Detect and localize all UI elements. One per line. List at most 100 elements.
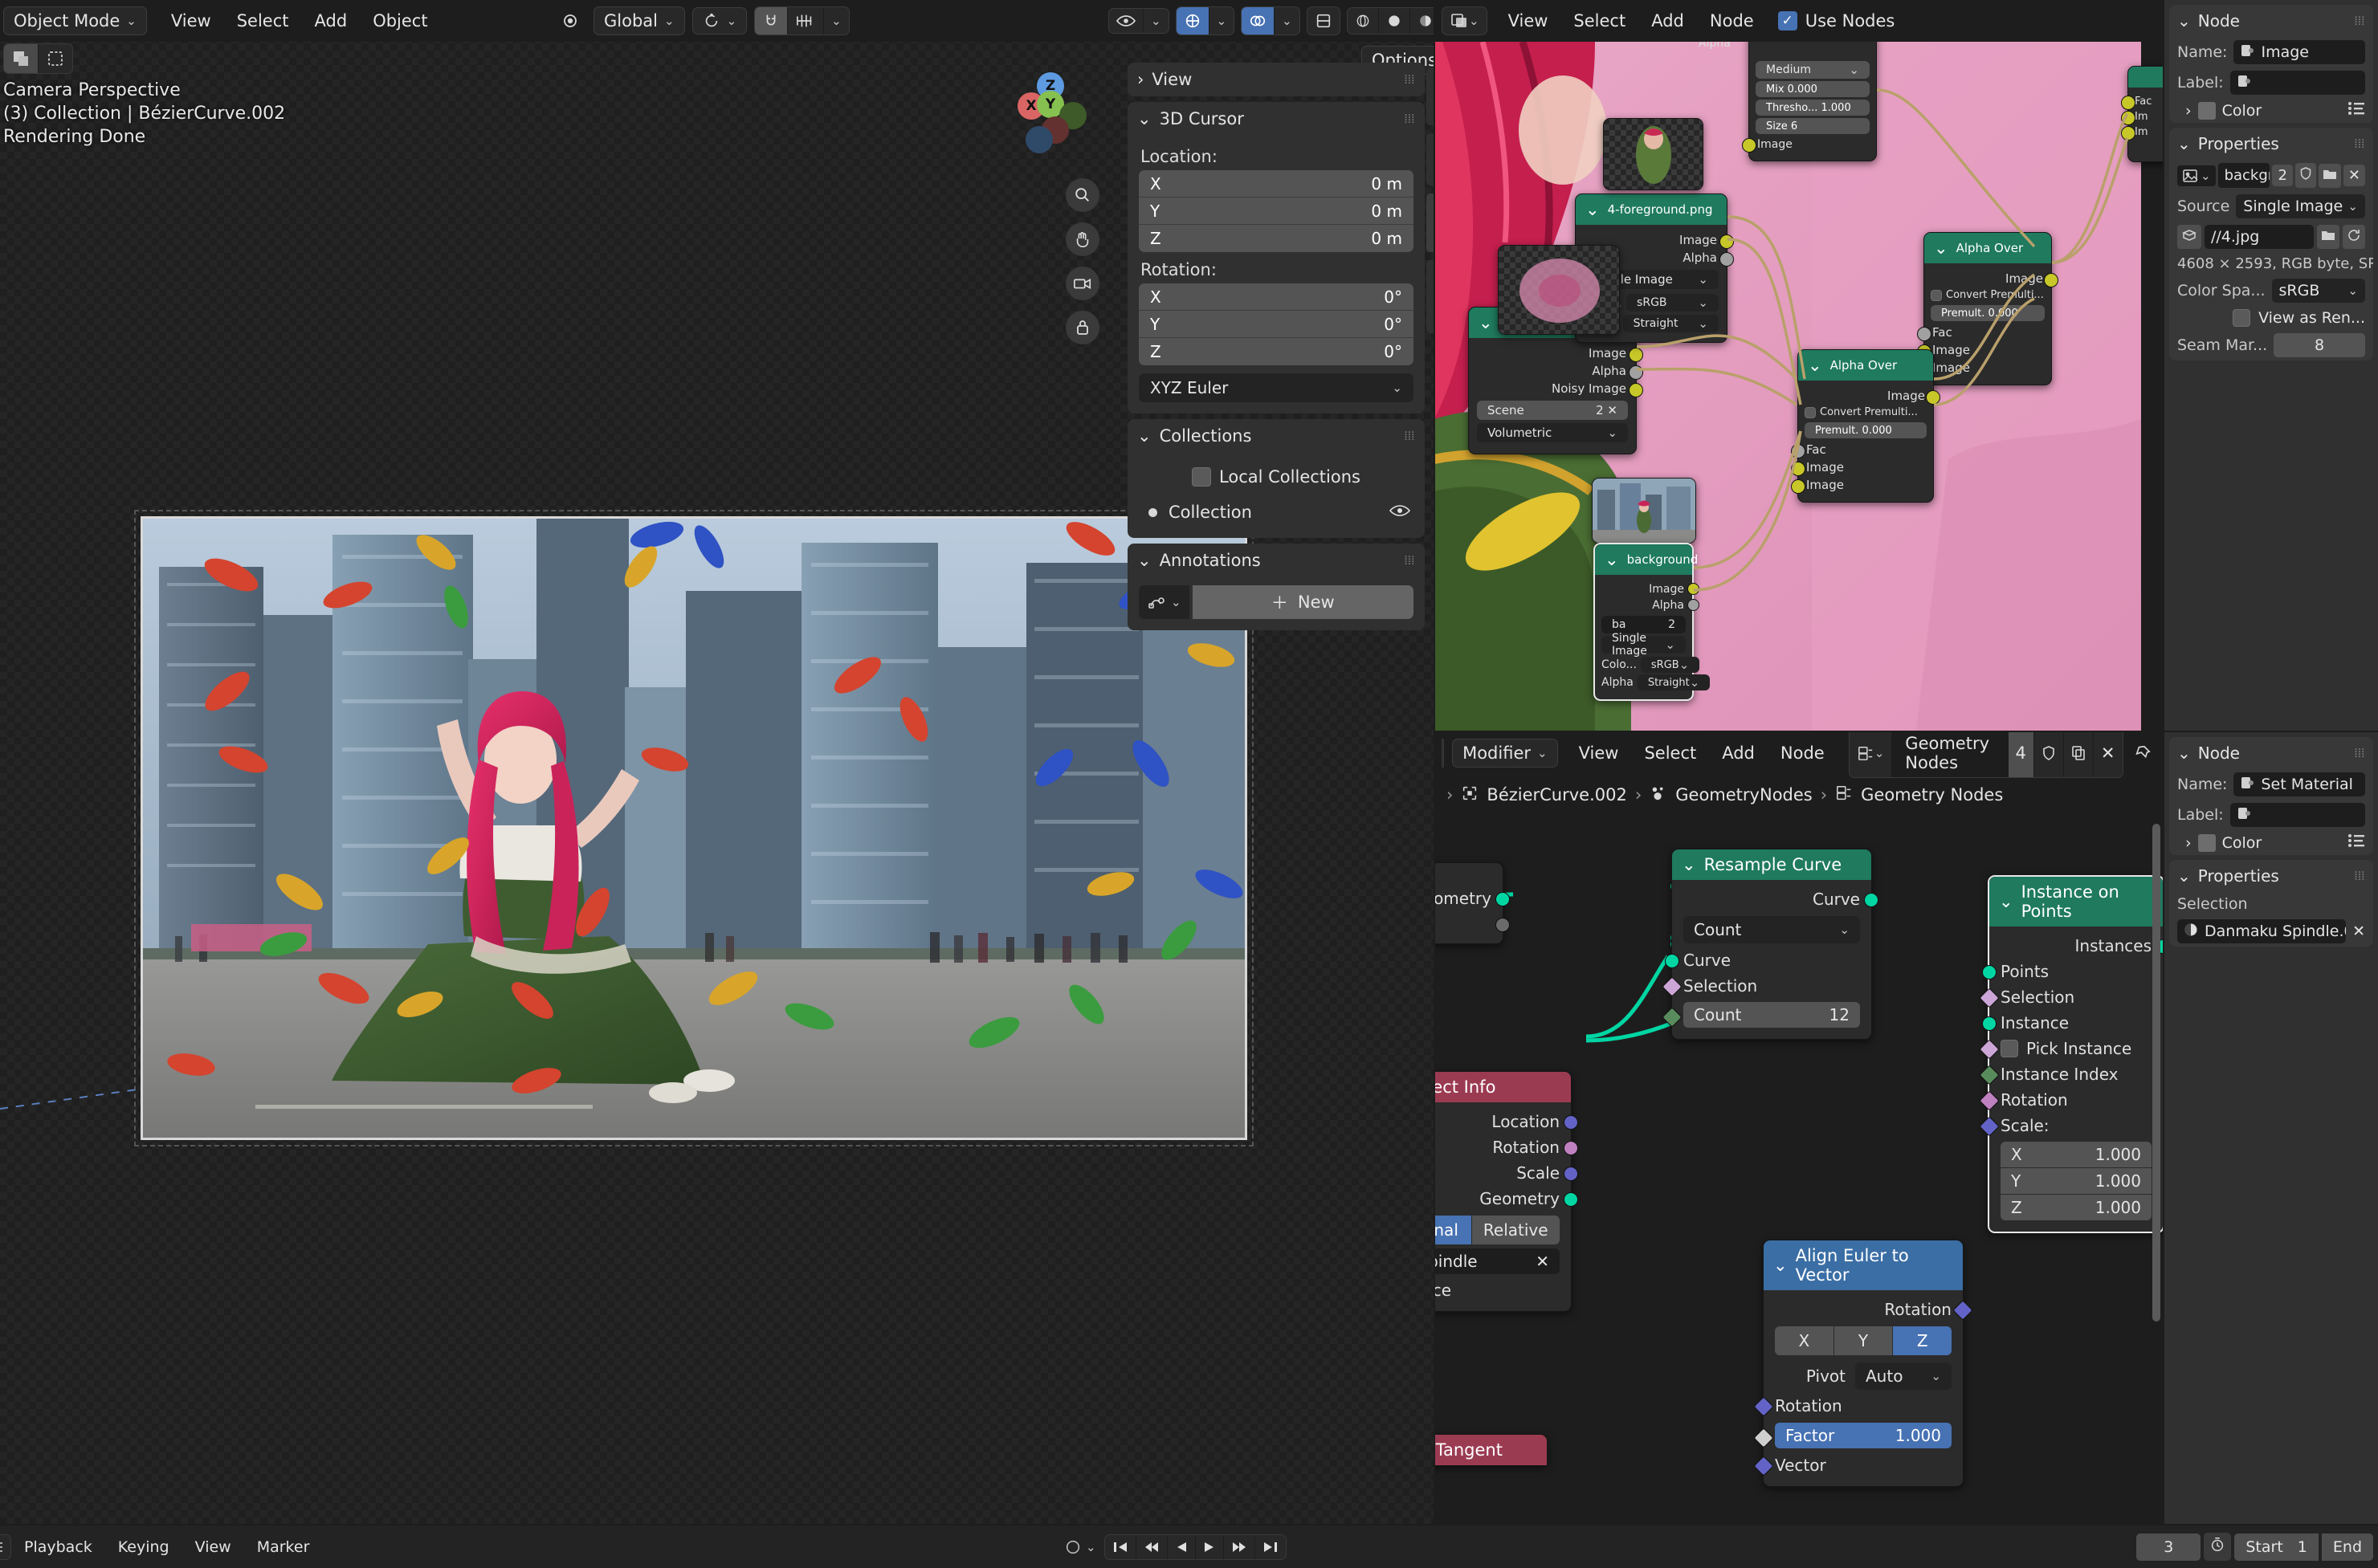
npanel-tab-item[interactable]: Item <box>1426 68 1434 126</box>
cursor-location-z[interactable]: Z 0 m <box>1139 225 1413 252</box>
wireframe-shading-icon[interactable] <box>1348 8 1379 34</box>
gn-menu-view[interactable]: View <box>1566 740 1632 766</box>
node-header[interactable]: ⌄ Resample Curve <box>1672 849 1871 880</box>
menu-object[interactable]: Object <box>360 8 440 34</box>
close-icon[interactable]: ✕ <box>2352 922 2365 940</box>
socket-row-alpha[interactable]: Alpha <box>1469 362 1643 380</box>
align-pivot-row[interactable]: Pivot Auto ⌄ <box>1764 1359 1963 1393</box>
background-datablock-field[interactable]: ba 2 <box>1601 616 1686 633</box>
seam-margin-value[interactable]: 8 <box>2274 333 2365 357</box>
node-panel-header[interactable]: ⌄ Node ⦙⦙⦙ <box>2169 737 2373 769</box>
pivot-select[interactable]: Auto ⌄ <box>1855 1362 1952 1390</box>
cursor-panel-header[interactable]: ⌄ 3D Cursor ⦙⦙⦙ <box>1128 102 1425 136</box>
node-header[interactable]: ⌄ 4-foreground.png <box>1576 194 1727 225</box>
geometry-nodes-editor[interactable]: ⌄ Modifier ⌄ View Select Add Node ⌄ Geom… <box>1435 732 2163 1524</box>
gn-menu-node[interactable]: Node <box>1768 740 1838 766</box>
node-header[interactable]: ⌄ Alpha Over <box>1924 233 2051 263</box>
checkbox-checked-icon[interactable]: ✓ <box>1777 11 1797 31</box>
socket-row-image-1[interactable]: Image <box>1917 341 2051 359</box>
node-name-input[interactable]: Set Material <box>2233 772 2365 796</box>
open-file-icon[interactable] <box>2317 225 2339 249</box>
socket-row-curve-out[interactable]: Curve <box>1672 886 1878 912</box>
instance-index-input-socket[interactable] <box>1979 1065 2000 1085</box>
npanel-tab-strip[interactable]: Item Tool View Create <box>1426 68 1434 334</box>
node-denoise[interactable]: Medium ⌄ Mix 0.000 Thresho... 1.000 Size… <box>1742 42 1877 161</box>
zoom-icon[interactable] <box>1066 178 1099 212</box>
image-output-socket[interactable] <box>1629 348 1643 362</box>
pick-instance-input-socket[interactable] <box>1979 1039 2000 1060</box>
render-layers-scene-field[interactable]: Scene 2 ✕ <box>1477 401 1628 420</box>
input-socket[interactable] <box>2121 96 2135 110</box>
node-label-row[interactable]: Label: <box>2169 67 2373 98</box>
node-image-preview-mid[interactable] <box>1498 245 1620 335</box>
input-socket[interactable] <box>2121 126 2135 141</box>
curve-output-socket[interactable] <box>1864 893 1878 907</box>
annotation-new-button[interactable]: ＋ New <box>1192 585 1413 619</box>
chevron-down-icon[interactable]: ⌄ <box>1144 9 1169 33</box>
annotation-datablock-dropdown[interactable]: ⌄ <box>1139 585 1189 619</box>
jump-start-icon[interactable] <box>1105 1534 1136 1559</box>
node-panel[interactable]: ⌄ Node ⦙⦙⦙ Name: Image Label: › Color <box>2169 5 2373 123</box>
socket-row-image[interactable]: Image <box>1924 270 2058 287</box>
checkbox-icon[interactable] <box>2001 1040 2018 1057</box>
node-color-row[interactable]: › Color <box>2169 98 2373 123</box>
checkbox-icon[interactable] <box>2233 309 2251 327</box>
denoise-mix-slider[interactable]: Mix 0.000 <box>1756 81 1870 97</box>
packed-file-icon[interactable] <box>2177 225 2201 249</box>
npanel-tab-create[interactable]: Create <box>1426 260 1434 334</box>
view-panel-header[interactable]: › View ⦙⦙⦙ <box>1128 63 1425 96</box>
node-name-input[interactable]: Image <box>2233 40 2365 64</box>
viewport-toolbar-mini[interactable] <box>3 43 73 74</box>
socket-row-noisy[interactable]: Noisy Image <box>1469 380 1643 397</box>
geonodes-canvas[interactable]: ⌄ Resample Curve Curve Count ⌄ Curve Sel… <box>1435 816 2163 1524</box>
scale-input-socket[interactable] <box>1979 1116 2000 1137</box>
pin-icon[interactable] <box>2130 737 2157 769</box>
scale-output-socket[interactable] <box>1564 1167 1578 1181</box>
open-file-icon[interactable] <box>2318 163 2341 188</box>
checkbox-icon[interactable] <box>1805 406 1816 418</box>
collection-list-item[interactable]: Collection <box>1139 498 1413 527</box>
node-header[interactable]: ⌄ Align Euler to Vector <box>1764 1240 1963 1290</box>
menu-view[interactable]: View <box>158 8 224 34</box>
image-input-socket[interactable] <box>1742 138 1756 153</box>
image-filepath-row[interactable]: //4.jpg <box>2169 222 2373 252</box>
socket-row-geometry[interactable]: Geometry <box>1435 1186 1578 1212</box>
location-output-socket[interactable] <box>1564 1115 1578 1130</box>
local-collections-checkbox[interactable]: Local Collections <box>1139 467 1413 487</box>
rotation-output-socket[interactable] <box>1564 1141 1578 1155</box>
alpha-mode-select[interactable]: Straight ⌄ <box>1637 674 1711 690</box>
lock-camera-icon[interactable] <box>1066 311 1099 344</box>
socket-row-instance-index[interactable]: Instance Index <box>1979 1061 2163 1087</box>
menu-select[interactable]: Select <box>224 8 302 34</box>
cursor-rotation-fields[interactable]: X 0° Y 0° Z 0° <box>1139 283 1413 365</box>
axis-z-button[interactable]: Z <box>1893 1326 1952 1355</box>
node-label-input[interactable] <box>2229 803 2365 827</box>
socket-row-vector[interactable]: Vector <box>1753 1452 1963 1478</box>
chevron-right-icon[interactable]: › <box>2185 834 2192 852</box>
socket-row-instance[interactable]: Instance <box>1982 1010 2163 1036</box>
transform-orientation[interactable]: Global ⌄ <box>593 6 685 35</box>
input-socket[interactable] <box>2121 111 2135 125</box>
socket-row-selection[interactable]: Selection <box>1662 973 1871 999</box>
rotation-input-socket[interactable] <box>1979 1090 2000 1111</box>
fac-input-socket[interactable] <box>1791 444 1805 458</box>
premul-slider[interactable]: Premult. 0.000 <box>1931 305 2045 321</box>
collections-panel-header[interactable]: ⌄ Collections ⦙⦙⦙ <box>1128 419 1425 453</box>
colorspace-select[interactable]: sRGB ⌄ <box>1640 657 1700 673</box>
geometry-output-socket[interactable] <box>1495 892 1510 906</box>
node-name-row[interactable]: Name: Image <box>2169 37 2373 67</box>
compositor-icon[interactable]: ⌄ <box>1442 7 1487 35</box>
geometry-nodes-icon[interactable]: ⌄ <box>1442 739 1443 767</box>
node-label-input[interactable] <box>2229 71 2365 95</box>
node-group-input[interactable]: Geometry <box>1435 862 1510 944</box>
xray-toggle[interactable] <box>1306 6 1340 35</box>
image-name-field[interactable]: backgr... <box>2217 163 2270 188</box>
node-object-info[interactable]: ⌄ Object Info Location Rotation Scale <box>1435 1071 1578 1312</box>
node-panel[interactable]: ⌄ Node ⦙⦙⦙ Name: Set Material Label: › C… <box>2169 737 2373 855</box>
npanel-view[interactable]: › View ⦙⦙⦙ ⌄ 3D Cursor ⦙⦙⦙ Location: X 0… <box>1128 63 1425 636</box>
pan-hand-icon[interactable] <box>1066 222 1099 256</box>
play-reverse-icon[interactable] <box>1168 1534 1196 1559</box>
selection-input-socket[interactable] <box>1979 988 2000 1008</box>
node-header[interactable] <box>2128 67 2163 88</box>
socket-row-points[interactable]: Points <box>1982 959 2163 984</box>
